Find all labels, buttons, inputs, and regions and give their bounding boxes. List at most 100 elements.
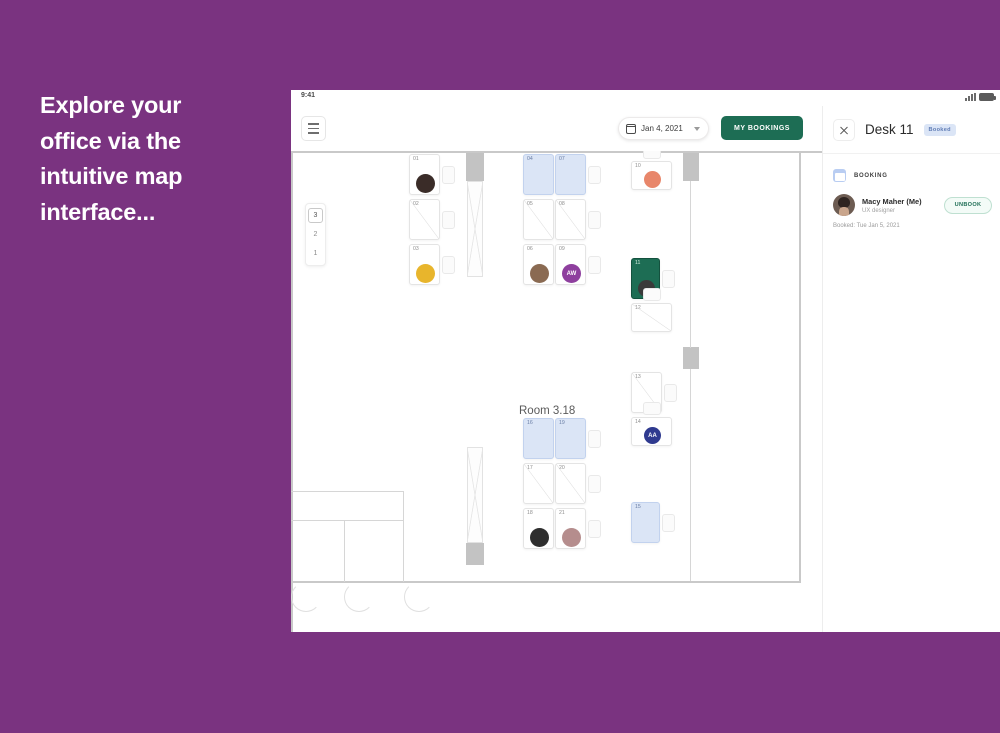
panel-title: Desk 11 xyxy=(865,122,914,137)
partition-d xyxy=(291,491,404,493)
wall-top xyxy=(291,151,822,153)
desk-08[interactable]: 08 xyxy=(555,199,586,240)
chair xyxy=(442,255,455,274)
chair xyxy=(588,519,601,538)
desk-19[interactable]: 19 xyxy=(555,418,586,459)
booking-row: Macy Maher (Me) UX designer UNBOOK xyxy=(833,194,992,216)
door-arc-2 xyxy=(344,582,374,612)
desk-occupant-avatar xyxy=(644,171,661,188)
desk-03[interactable]: 03 xyxy=(409,244,440,285)
booked-on-text: Booked: Tue Jan 5, 2021 xyxy=(833,223,900,229)
desk-number: 04 xyxy=(527,156,533,162)
room-label: Room 3.18 xyxy=(519,405,576,417)
desk-occupant-avatar xyxy=(416,264,435,283)
desk-09[interactable]: 09 AW xyxy=(555,244,586,285)
hamburger-menu-icon[interactable] xyxy=(301,116,326,141)
desk-detail-panel: Desk 11 Booked BOOKING Macy Maher (Me) U… xyxy=(822,106,1000,632)
desk-05[interactable]: 05 xyxy=(523,199,554,240)
desk-number: 10 xyxy=(635,163,641,169)
desk-number: 09 xyxy=(559,246,565,252)
chair xyxy=(662,513,675,532)
wall-right xyxy=(799,151,801,583)
calendar-icon xyxy=(833,169,846,182)
vacant-marker xyxy=(524,464,553,503)
promo-line-2: office via the xyxy=(40,127,181,154)
calendar-icon xyxy=(625,123,637,134)
status-time: 9:41 xyxy=(301,92,316,99)
floor-option-3[interactable]: 3 xyxy=(308,208,323,223)
structural-brace-top xyxy=(467,181,483,277)
vacant-marker xyxy=(524,200,553,239)
date-picker-value: Jan 4, 2021 xyxy=(641,124,683,133)
floor-option-1[interactable]: 1 xyxy=(308,246,323,261)
status-badge: Booked xyxy=(923,123,956,136)
structural-column-top xyxy=(466,153,484,181)
desk-number: 11 xyxy=(635,260,641,266)
desk-10[interactable]: 10 xyxy=(631,161,672,190)
desk-number: 07 xyxy=(559,156,565,162)
wall-left xyxy=(291,151,293,632)
promo-line-4: interface... xyxy=(40,198,156,225)
desk-15[interactable]: 15 xyxy=(631,502,660,543)
date-picker[interactable]: Jan 4, 2021 xyxy=(618,117,709,140)
desk-number: 15 xyxy=(635,504,641,510)
chair xyxy=(442,210,455,229)
desk-17[interactable]: 17 xyxy=(523,463,554,504)
status-icons xyxy=(965,93,996,101)
desk-occupant-avatar xyxy=(530,528,549,547)
desk-12[interactable]: 12 xyxy=(631,303,672,332)
desk-number: 19 xyxy=(559,420,565,426)
avatar xyxy=(833,194,855,216)
structural-column-bottom xyxy=(466,543,484,565)
desk-number: 21 xyxy=(559,510,565,516)
desk-occupant-avatar: AW xyxy=(562,264,581,283)
chair xyxy=(588,165,601,184)
booking-section-label: BOOKING xyxy=(854,172,888,179)
floor-map[interactable]: Room 3.18 010203040705080609AW1011121314… xyxy=(291,151,822,632)
structural-column-right-top xyxy=(683,153,699,181)
floor-option-2[interactable]: 2 xyxy=(308,227,323,242)
device-status-bar: 9:41 xyxy=(291,90,1000,106)
signal-bars-icon xyxy=(965,93,976,101)
booking-person: Macy Maher (Me) UX designer xyxy=(862,197,944,214)
desk-06[interactable]: 06 xyxy=(523,244,554,285)
battery-icon xyxy=(979,93,996,101)
desk-18[interactable]: 18 xyxy=(523,508,554,549)
floor-selector[interactable]: 3 2 1 xyxy=(305,203,326,266)
desk-01[interactable]: 01 xyxy=(409,154,440,195)
chair xyxy=(642,288,661,301)
desk-number: 14 xyxy=(635,419,641,425)
booking-person-role: UX designer xyxy=(862,207,896,214)
desk-02[interactable]: 02 xyxy=(409,199,440,240)
partition-a xyxy=(291,520,404,522)
my-bookings-button[interactable]: MY BOOKINGS xyxy=(721,116,803,140)
chair xyxy=(662,269,675,288)
structural-column-right-mid xyxy=(683,347,699,369)
booking-person-name: Macy Maher (Me) xyxy=(862,196,922,206)
panel-header: Desk 11 Booked xyxy=(823,106,1000,154)
promo-line-3: intuitive map xyxy=(40,163,183,189)
partition-b xyxy=(344,520,346,582)
unbook-button[interactable]: UNBOOK xyxy=(944,196,992,214)
chair xyxy=(642,151,661,159)
structural-brace-bottom xyxy=(467,447,483,543)
desk-occupant-avatar xyxy=(530,264,549,283)
desk-04[interactable]: 04 xyxy=(523,154,554,195)
desk-16[interactable]: 16 xyxy=(523,418,554,459)
desk-21[interactable]: 21 xyxy=(555,508,586,549)
chair xyxy=(664,383,677,402)
desk-number: 01 xyxy=(413,156,419,162)
desk-20[interactable]: 20 xyxy=(555,463,586,504)
desk-occupant-avatar: AA xyxy=(644,427,661,444)
wall-bottom xyxy=(291,581,800,583)
desk-07[interactable]: 07 xyxy=(555,154,586,195)
partition-c xyxy=(403,491,405,582)
close-icon[interactable] xyxy=(833,118,855,141)
vacant-marker xyxy=(410,200,439,239)
chair xyxy=(588,210,601,229)
chair xyxy=(588,255,601,274)
chair xyxy=(642,402,661,415)
door-arc-3 xyxy=(404,582,434,612)
door-arc-1 xyxy=(291,582,321,612)
desk-14[interactable]: 14 AA xyxy=(631,417,672,446)
